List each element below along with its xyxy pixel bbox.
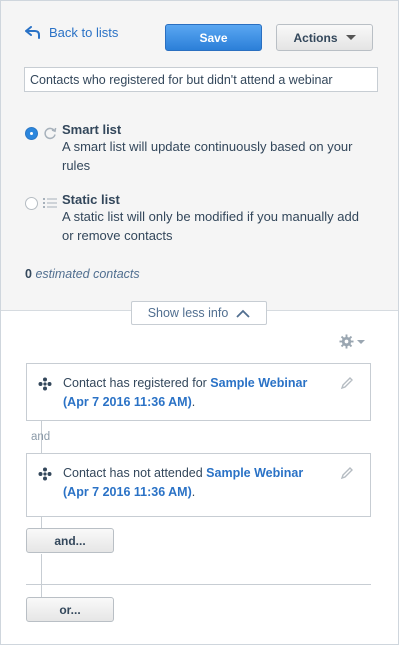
list-editor-panel: Back to lists Save Actions Smart list A … bbox=[0, 0, 399, 645]
rule-suffix: . bbox=[191, 485, 196, 499]
smart-list-radio[interactable] bbox=[25, 127, 38, 140]
actions-button-label: Actions bbox=[293, 30, 338, 45]
save-button[interactable]: Save bbox=[165, 24, 262, 51]
smart-list-title: Smart list bbox=[62, 122, 122, 137]
rule-text: Contact has not attended bbox=[63, 466, 207, 480]
estimated-count: 0 bbox=[25, 267, 32, 281]
estimated-contacts: 0 estimated contacts bbox=[25, 267, 140, 281]
webinar-icon bbox=[38, 467, 52, 481]
save-button-label: Save bbox=[199, 30, 228, 45]
pencil-icon[interactable] bbox=[340, 376, 354, 390]
estimated-label: estimated contacts bbox=[35, 267, 140, 281]
static-list-title: Static list bbox=[62, 192, 120, 207]
smart-list-option[interactable]: Smart list A smart list will update cont… bbox=[25, 122, 362, 175]
connector-line bbox=[41, 554, 42, 598]
gear-icon bbox=[339, 334, 354, 349]
back-to-lists-label: Back to lists bbox=[49, 25, 119, 40]
static-list-option[interactable]: Static list A static list will only be m… bbox=[25, 192, 362, 245]
static-list-description: A static list will only be modified if y… bbox=[62, 209, 359, 243]
list-settings-section: Back to lists Save Actions Smart list A … bbox=[1, 1, 398, 311]
pencil-icon[interactable] bbox=[340, 466, 354, 480]
filter-rule[interactable]: Contact has not attended Sample Webinar (… bbox=[26, 453, 371, 517]
filter-rule[interactable]: Contact has registered for Sample Webina… bbox=[26, 363, 371, 421]
webinar-link[interactable]: Sample Webinar bbox=[206, 466, 303, 480]
back-arrow-icon bbox=[25, 25, 40, 39]
rule-suffix: . bbox=[191, 395, 196, 409]
and-connector-label: and bbox=[31, 431, 51, 443]
show-less-info-button[interactable]: Show less info bbox=[131, 301, 267, 325]
actions-dropdown-button[interactable]: Actions bbox=[276, 24, 373, 51]
webinar-link[interactable]: Sample Webinar bbox=[210, 376, 307, 390]
webinar-icon bbox=[38, 377, 52, 391]
webinar-date-link[interactable]: (Apr 7 2016 11:36 AM) bbox=[63, 395, 192, 409]
smart-list-description: A smart list will update continuously ba… bbox=[62, 139, 353, 173]
caret-down-icon bbox=[345, 35, 356, 40]
list-name-input[interactable] bbox=[24, 67, 378, 92]
filter-settings-menu[interactable] bbox=[339, 334, 365, 349]
rule-text: Contact has registered for bbox=[63, 376, 211, 390]
show-less-info-label: Show less info bbox=[147, 306, 229, 320]
refresh-icon bbox=[44, 127, 57, 140]
and-button-label: and... bbox=[54, 533, 86, 548]
divider bbox=[26, 584, 371, 585]
chevron-up-icon bbox=[236, 309, 250, 318]
back-to-lists-link[interactable]: Back to lists bbox=[25, 25, 118, 40]
static-list-radio[interactable] bbox=[25, 197, 38, 210]
add-or-filter-button[interactable]: or... bbox=[26, 597, 114, 622]
caret-down-icon bbox=[357, 339, 365, 344]
add-and-filter-button[interactable]: and... bbox=[26, 528, 114, 553]
list-icon bbox=[43, 198, 57, 208]
or-button-label: or... bbox=[59, 602, 81, 617]
webinar-date-link[interactable]: (Apr 7 2016 11:36 AM) bbox=[63, 485, 192, 499]
